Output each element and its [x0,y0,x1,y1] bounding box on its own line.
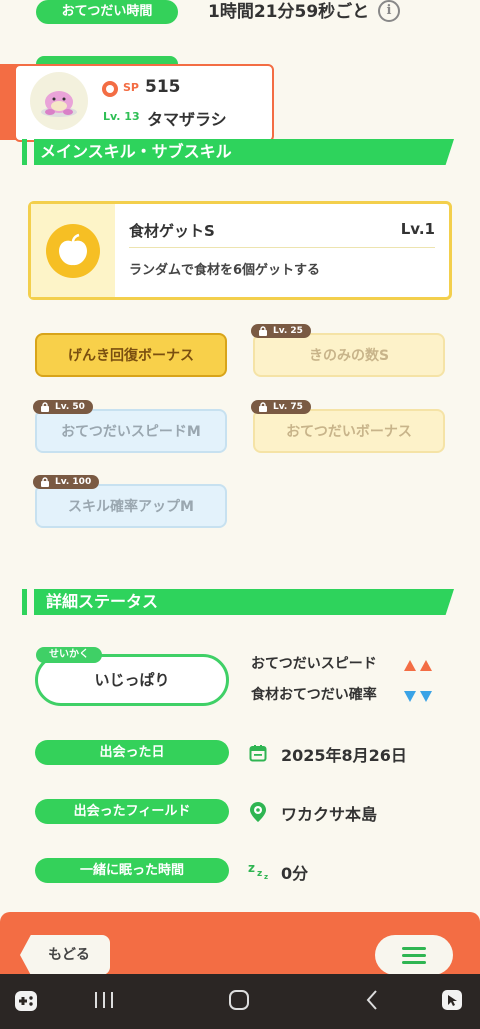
home-icon[interactable] [228,989,250,1015]
pokemon-summary-card[interactable]: SP 515 Lv. 13 タマザラシ [0,64,274,142]
game-controller-icon[interactable] [14,990,38,1016]
lock-badge-lv75: Lv. 75 [251,400,311,414]
svg-text:z: z [257,869,262,879]
location-pin-icon [249,801,267,827]
pokemon-avatar [30,72,88,130]
sub-skill-1[interactable]: げんき回復ボーナス [35,333,227,377]
nature-tag: せいかく [36,647,102,663]
up-stat-label: おてつだいスピード [251,656,377,672]
met-field-value: ワカクサ本島 [281,805,378,824]
main-skill-name: 食材ゲットS [129,222,215,240]
menu-button[interactable] [375,935,453,975]
apple-icon [46,224,100,278]
lock-badge-lv25: Lv. 25 [251,324,311,338]
back-nav-icon[interactable] [364,989,380,1015]
up-arrows-icon [404,656,434,675]
helper-time-label: おてつだい時間 [36,0,178,24]
pokemon-level: Lv. 13 [103,110,140,123]
slept-time-label: 一緒に眠った時間 [35,858,229,883]
lock-icon [41,402,49,412]
down-stat-label: 食材おてつだい確率 [251,687,377,703]
sp-label: SP [123,81,139,94]
slept-time-value: 0分 [281,864,309,883]
main-skill-description: ランダムで食材を6個ゲットする [129,263,321,278]
lock-icon [41,477,49,487]
lock-badge-lv100: Lv. 100 [33,475,100,489]
zzz-sleep-icon: zzz [248,860,272,884]
sub-skill-4[interactable]: おてつだいボーナス [253,409,445,453]
details-section-header: 詳細ステータス [34,589,454,615]
main-skill-card[interactable]: 食材ゲットS Lv.1 ランダムで食材を6個ゲットする [28,201,452,300]
main-skill-level: Lv.1 [400,220,435,238]
menu-icon [402,947,426,964]
sub-skill-2[interactable]: きのみの数S [253,333,445,377]
met-date-value: 2025年8月26日 [281,746,407,765]
helper-time-value: 1時間21分59秒ごと [208,2,370,22]
lock-icon [259,326,267,336]
main-skill-divider [129,247,435,248]
met-date-label: 出会った日 [35,740,229,765]
sp-value: 515 [145,77,181,97]
pokemon-name: タマザラシ [147,110,227,129]
calendar-icon [249,744,267,766]
down-arrows-icon [404,687,434,706]
svg-text:z: z [248,861,255,875]
lock-icon [259,402,267,412]
lock-badge-lv50: Lv. 50 [33,400,93,414]
svg-text:z: z [264,873,268,880]
skills-section-title: メインスキル・サブスキル [40,142,232,161]
sub-skill-5[interactable]: スキル確率アップM [35,484,227,528]
recent-apps-icon[interactable] [93,990,115,1014]
details-section-title: 詳細ステータス [46,592,159,611]
section-marker [22,139,27,165]
back-button[interactable]: もどる [20,935,110,975]
skills-section-header: メインスキル・サブスキル [34,139,454,165]
section-marker [22,589,27,615]
sp-icon [102,81,118,97]
info-icon[interactable]: i [378,0,400,22]
screen-capture-icon[interactable] [440,988,464,1016]
met-field-label: 出会ったフィールド [35,799,229,824]
sub-skill-3[interactable]: おてつだいスピードM [35,409,227,453]
main-skill-icon-panel [31,204,115,297]
